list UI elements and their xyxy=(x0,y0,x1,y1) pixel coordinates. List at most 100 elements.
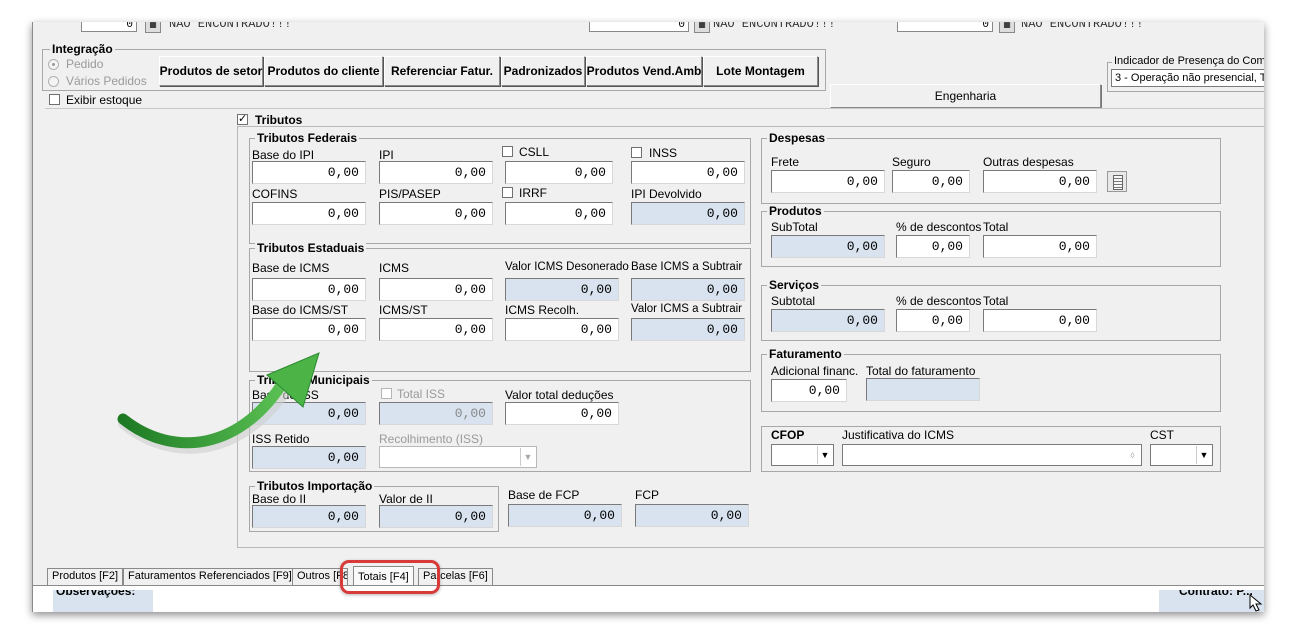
pis-pasep-field[interactable]: 0,00 xyxy=(379,202,493,225)
produtos-descontos-field[interactable]: 0,00 xyxy=(896,235,970,258)
csll-label: CSLL xyxy=(519,145,550,159)
tributos-checkbox[interactable] xyxy=(237,112,248,125)
cofins-label: COFINS xyxy=(252,187,298,201)
tab-faturamentos-referenciados[interactable]: Faturamentos Referenciados [F9] xyxy=(123,568,297,585)
servicos-total-field[interactable]: 0,00 xyxy=(983,309,1097,332)
code-field-2[interactable]: 0 xyxy=(589,22,689,32)
base-ii-field: 0,00 xyxy=(252,505,366,528)
cursor-icon xyxy=(1249,594,1263,612)
valor-icms-subtrair-label: Valor ICMS a Subtrair xyxy=(631,303,742,315)
base-icms-field[interactable]: 0,00 xyxy=(252,278,366,301)
tributos-federais-title: Tributos Federais xyxy=(255,131,360,145)
radio-varios-label: Vários Pedidos xyxy=(66,74,147,88)
base-icms-subtrair-field: 0,00 xyxy=(631,278,745,301)
inss-checkbox[interactable] xyxy=(631,147,642,158)
not-found-text-2: NAO ENCONTRADO!!! xyxy=(713,22,836,31)
bottom-area xyxy=(33,586,1264,612)
produtos-subtotal-field: 0,00 xyxy=(771,235,885,258)
calendar-icon[interactable]: ▦ xyxy=(999,22,1015,33)
produtos-total-label: Total xyxy=(983,220,1009,234)
base-icms-st-label: Base do ICMS/ST xyxy=(252,303,349,317)
calendar-icon[interactable]: ▦ xyxy=(694,22,710,33)
not-found-text-1: NAO ENCONTRADO!!! xyxy=(169,22,292,31)
inss-field[interactable]: 0,00 xyxy=(631,161,745,184)
spin-icon[interactable]: ◊ xyxy=(1125,446,1140,464)
justificativa-icms-field[interactable]: ◊ xyxy=(842,444,1142,466)
irrf-field[interactable]: 0,00 xyxy=(505,202,613,225)
irrf-label: IRRF xyxy=(519,186,547,200)
top-strip: 0 ▦ NAO ENCONTRADO!!! 0 ▦ NAO ENCONTRADO… xyxy=(33,22,1264,36)
justificativa-icms-label: Justificativa do ICMS xyxy=(842,428,955,442)
calculator-icon[interactable] xyxy=(1107,171,1127,192)
servicos-subtotal-label: Subtotal xyxy=(771,294,816,308)
tab-highlight-frame xyxy=(340,560,440,594)
code-field-3[interactable]: 0 xyxy=(897,22,993,32)
tab-produtos[interactable]: Produtos [F2] xyxy=(47,568,124,585)
seguro-label: Seguro xyxy=(892,155,931,169)
tributos-label: Tributos xyxy=(255,113,303,127)
produtos-total-field[interactable]: 0,00 xyxy=(983,235,1097,258)
cofins-field[interactable]: 0,00 xyxy=(252,202,366,225)
recolhimento-iss-select: ▼ xyxy=(379,446,537,468)
code-field-1[interactable]: 0 xyxy=(81,22,137,32)
calendar-icon[interactable]: ▦ xyxy=(145,22,161,33)
base-icms-subtrair-label: Base ICMS a Subtrair xyxy=(631,261,743,273)
cst-label: CST xyxy=(1150,428,1174,442)
inss-label: INSS xyxy=(649,146,678,160)
produtos-vend-amb-button[interactable]: Produtos Vend.Amb xyxy=(586,56,702,86)
faturamento-title: Faturamento xyxy=(767,347,844,361)
total-iss-checkbox xyxy=(381,388,392,399)
exibir-estoque-checkbox[interactable] xyxy=(49,94,60,105)
chevron-down-icon: ▼ xyxy=(1196,446,1211,464)
outras-despesas-label: Outras despesas xyxy=(983,155,1074,169)
base-fcp-label: Base de FCP xyxy=(508,488,580,502)
exibir-estoque-label: Exibir estoque xyxy=(66,93,143,107)
integracao-title: Integração xyxy=(50,42,115,56)
icms-recolh-field[interactable]: 0,00 xyxy=(505,318,619,341)
produtos-cliente-button[interactable]: Produtos do cliente xyxy=(264,56,383,86)
engenharia-button[interactable]: Engenharia xyxy=(830,84,1101,108)
referenciar-fatur-button[interactable]: Referenciar Fatur. xyxy=(384,56,500,86)
base-ipi-field[interactable]: 0,00 xyxy=(252,161,366,184)
servicos-title: Serviços xyxy=(767,278,822,292)
adicional-financ-field[interactable]: 0,00 xyxy=(771,379,847,402)
total-faturamento-field xyxy=(866,378,980,401)
valor-ii-label: Valor de II xyxy=(379,492,433,506)
servicos-subtotal-field: 0,00 xyxy=(771,309,885,332)
icms-field[interactable]: 0,00 xyxy=(379,278,493,301)
outras-despesas-field[interactable]: 0,00 xyxy=(983,170,1097,193)
irrf-checkbox[interactable] xyxy=(502,187,513,198)
produtos-setor-button[interactable]: Produtos de setor xyxy=(159,56,263,86)
servicos-total-label: Total xyxy=(983,294,1009,308)
icms-label: ICMS xyxy=(379,261,409,275)
ipi-devolvido-field: 0,00 xyxy=(631,202,745,225)
lote-montagem-button[interactable]: Lote Montagem xyxy=(703,56,818,86)
seguro-field[interactable]: 0,00 xyxy=(892,170,970,193)
servicos-descontos-field[interactable]: 0,00 xyxy=(896,309,970,332)
tributos-importacao-title: Tributos Importação xyxy=(255,479,375,493)
csll-field[interactable]: 0,00 xyxy=(505,161,613,184)
fcp-field: 0,00 xyxy=(635,504,749,527)
csll-checkbox[interactable] xyxy=(502,146,513,157)
application-window: 0 ▦ NAO ENCONTRADO!!! 0 ▦ NAO ENCONTRADO… xyxy=(32,22,1264,612)
ipi-field[interactable]: 0,00 xyxy=(379,161,493,184)
indicador-select[interactable]: 3 - Operação não presencial, Te xyxy=(1111,69,1264,87)
chevron-down-icon: ▼ xyxy=(817,446,832,464)
padronizados-button[interactable]: Padronizados xyxy=(501,56,585,86)
valor-total-deducoes-field[interactable]: 0,00 xyxy=(505,402,619,425)
cfop-label: CFOP xyxy=(771,428,805,442)
cst-select[interactable]: ▼ xyxy=(1150,444,1213,466)
servicos-descontos-label: % de descontos xyxy=(896,294,982,308)
indicador-label: Indicador de Presença do Comp xyxy=(1112,55,1264,67)
base-icms-st-field[interactable]: 0,00 xyxy=(252,318,366,341)
cfop-select[interactable]: ▼ xyxy=(771,444,834,466)
radio-varios-pedidos xyxy=(48,76,59,87)
frete-field[interactable]: 0,00 xyxy=(771,170,885,193)
pis-pasep-label: PIS/PASEP xyxy=(379,187,441,201)
base-ipi-label: Base do IPI xyxy=(252,148,315,162)
green-arrow-icon xyxy=(117,352,320,454)
valor-icms-desonerado-field: 0,00 xyxy=(505,278,619,301)
recolhimento-iss-label: Recolhimento (ISS) xyxy=(379,432,484,446)
produtos-descontos-label: % de descontos xyxy=(896,220,982,234)
icms-st-field[interactable]: 0,00 xyxy=(379,318,493,341)
